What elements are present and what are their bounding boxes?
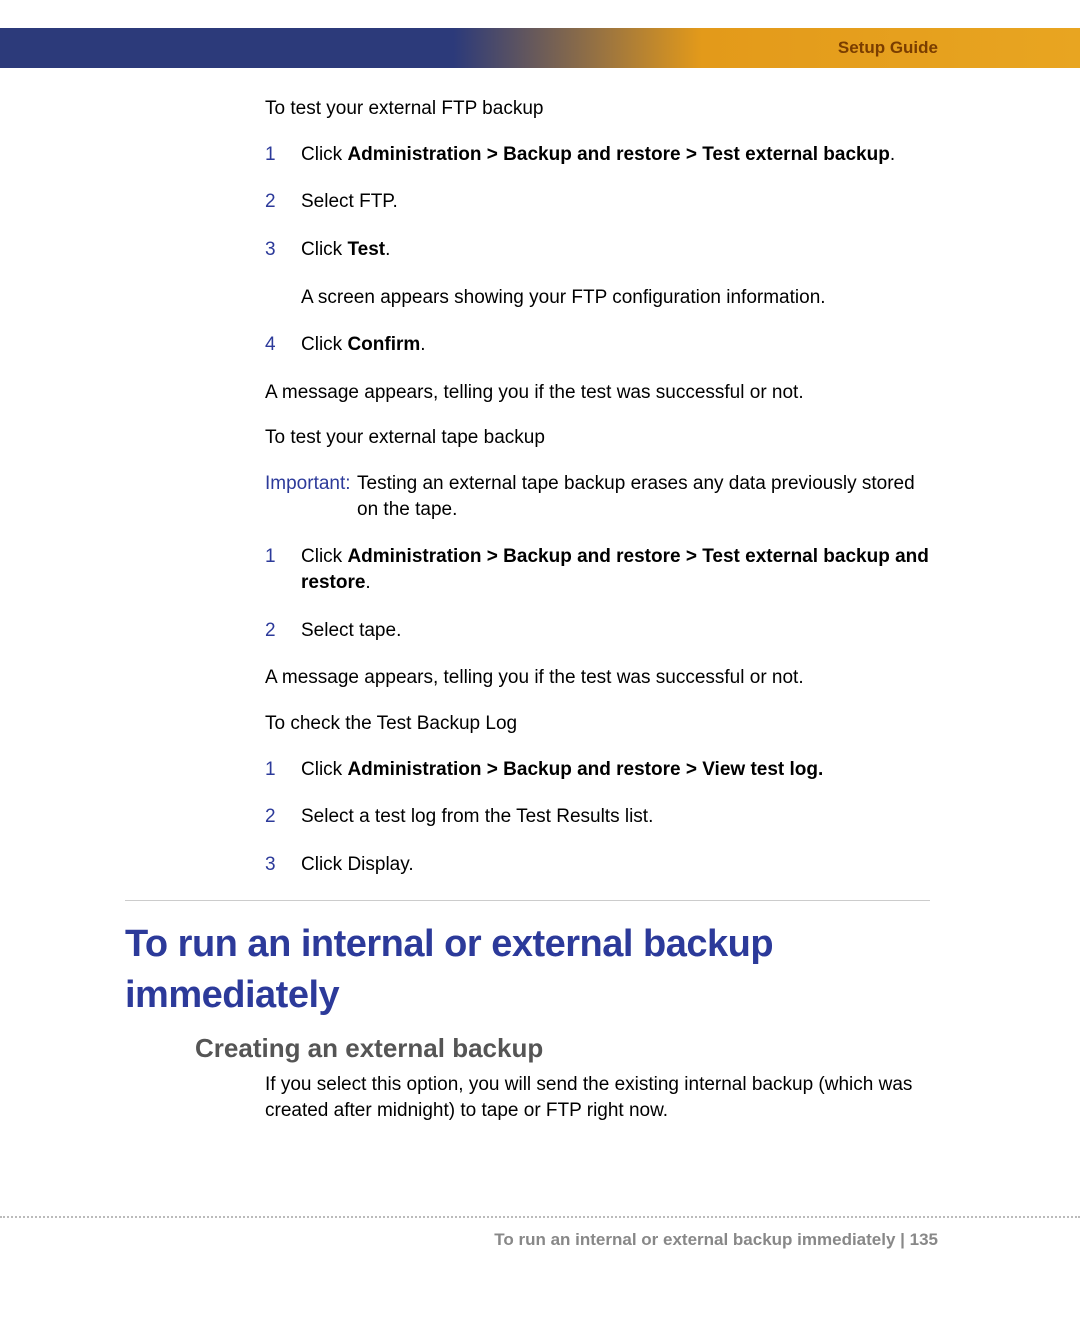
step-text: Click Display. [301,852,930,878]
step-text: Click Confirm. [301,332,930,358]
step: 2 Select a test log from the Test Result… [265,804,930,830]
step: 4 Click Confirm. [265,332,930,358]
step-number: 4 [265,332,301,358]
step-number: 2 [265,189,301,215]
important-text: Testing an external tape backup erases a… [357,471,930,522]
step-number: 3 [265,852,301,878]
step-number: 1 [265,757,301,783]
steps-tape: 1 Click Administration > Backup and rest… [265,544,930,643]
step: 1 Click Administration > Backup and rest… [265,142,930,168]
step-text: Select tape. [301,618,930,644]
step: 3 Click Test. A screen appears showing y… [265,237,930,310]
step-text: Click Administration > Backup and restor… [301,544,930,595]
step-text: Click Test. A screen appears showing you… [301,237,930,310]
header-label: Setup Guide [838,38,938,58]
step-number: 1 [265,544,301,595]
header-bar: Setup Guide [0,28,1080,68]
step: 2 Select FTP. [265,189,930,215]
steps-log: 1 Click Administration > Backup and rest… [265,757,930,878]
step-text: Click Administration > Backup and restor… [301,757,930,783]
subsection-heading: Creating an external backup [195,1031,930,1066]
step-number: 1 [265,142,301,168]
step-text: Select FTP. [301,189,930,215]
section-heading: To run an internal or external backup im… [125,919,930,1022]
important-note: Important: Testing an external tape back… [265,471,930,522]
msg-success: A message appears, telling you if the te… [265,665,930,691]
page-footer: To run an internal or external backup im… [0,1216,1080,1250]
intro-log: To check the Test Backup Log [265,711,930,737]
footer-text: To run an internal or external backup im… [494,1230,938,1249]
subsection-para: If you select this option, you will send… [265,1072,930,1123]
step-text: Select a test log from the Test Results … [301,804,930,830]
intro-ftp: To test your external FTP backup [265,96,930,122]
step: 1 Click Administration > Backup and rest… [265,757,930,783]
step: 2 Select tape. [265,618,930,644]
step-number: 2 [265,804,301,830]
step-number: 3 [265,237,301,310]
step-number: 2 [265,618,301,644]
section-rule [125,900,930,901]
important-label: Important: [265,471,357,522]
msg-success: A message appears, telling you if the te… [265,380,930,406]
step-sub: A screen appears showing your FTP config… [301,285,930,311]
page-content: To test your external FTP backup 1 Click… [0,68,1080,1124]
step: 1 Click Administration > Backup and rest… [265,544,930,595]
step-text: Click Administration > Backup and restor… [301,142,930,168]
step: 3 Click Display. [265,852,930,878]
steps-ftp: 1 Click Administration > Backup and rest… [265,142,930,358]
intro-tape: To test your external tape backup [265,425,930,451]
